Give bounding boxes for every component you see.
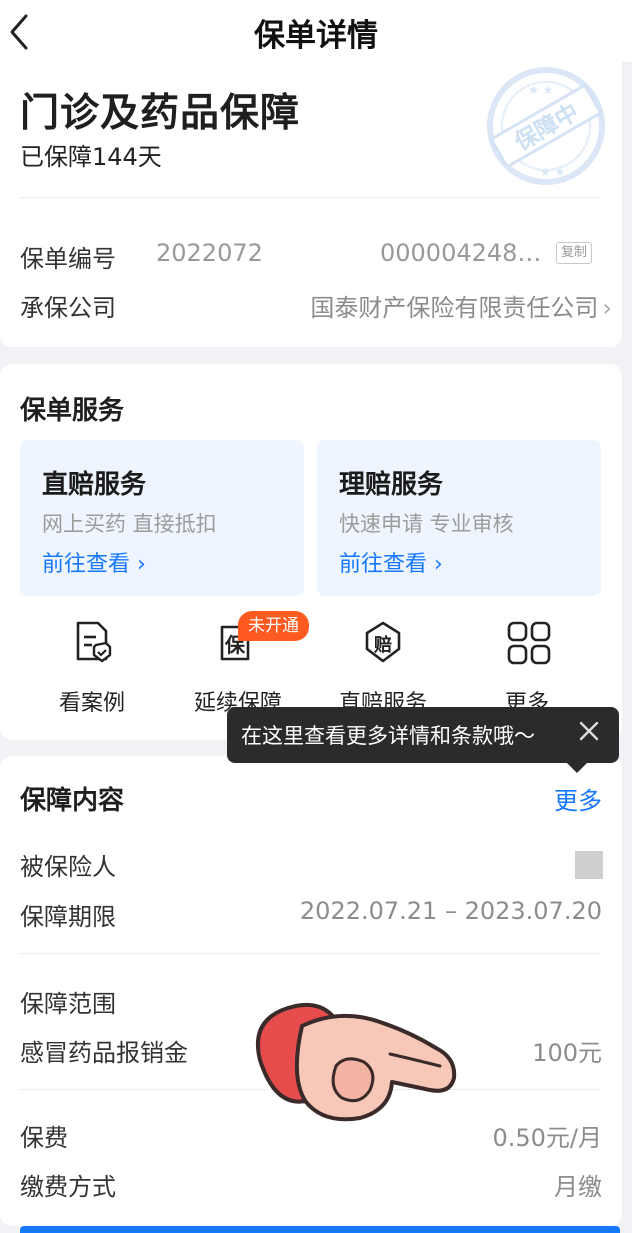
service-link[interactable]: 前往查看 ›	[42, 546, 146, 578]
claim-service-box[interactable]: 理赔服务 快速申请 专业审核 前往查看 ›	[317, 440, 601, 596]
claim-shield-icon: 赔	[365, 621, 401, 663]
policy-number-label: 保单编号	[20, 245, 116, 273]
stamp-protected-icon: 保障中 ★ ★ ★ ★	[476, 64, 614, 190]
close-icon[interactable]	[575, 717, 603, 745]
chevron-right-icon: ›	[602, 294, 612, 322]
period-label: 保障期限	[20, 903, 116, 931]
scope-label: 保障范围	[20, 990, 116, 1018]
copy-button[interactable]: 复制	[556, 242, 593, 264]
coverage-more-link[interactable]: 更多	[554, 781, 602, 816]
services-title: 保单服务	[20, 396, 125, 426]
service-subtitle: 快速申请 专业审核	[339, 512, 514, 536]
policy-number-suffix: 000004248…	[380, 239, 542, 267]
service-subtitle: 网上买药 直接抵扣	[42, 512, 217, 536]
days-protected: 已保障144天	[20, 143, 162, 171]
direct-claim-service-box[interactable]: 直赔服务 网上买药 直接抵扣 前往查看 ›	[20, 440, 304, 596]
svg-text:赔: 赔	[374, 634, 392, 656]
insured-value-redacted	[575, 851, 603, 879]
pointing-hand-icon	[240, 990, 470, 1130]
tip-text: 在这里查看更多详情和条款哦～	[241, 724, 535, 748]
icon-label: 看案例	[58, 691, 125, 716]
service-link[interactable]: 前往查看 ›	[339, 546, 443, 578]
service-title: 直赔服务	[42, 470, 147, 500]
direct-claim-entry[interactable]: 赔 直赔服务	[323, 615, 443, 716]
service-title: 理赔服务	[339, 470, 444, 500]
insurer-label: 承保公司	[20, 294, 116, 322]
not-activated-badge: 未开通	[238, 611, 309, 641]
tip-bubble: 在这里查看更多详情和条款哦～	[227, 707, 619, 773]
document-shield-icon	[76, 621, 112, 663]
payment-method-value: 月缴	[554, 1173, 602, 1201]
more-services-entry[interactable]: 更多	[467, 615, 587, 716]
nav-bar: 保单详情	[0, 0, 632, 62]
tip-arrow	[567, 763, 587, 773]
divider	[20, 197, 600, 198]
page-title: 保单详情	[254, 18, 378, 54]
period-value: 2022.07.21 – 2023.07.20	[299, 897, 602, 925]
svg-text:★ ★: ★ ★	[528, 83, 553, 97]
insurer-link[interactable]: 国泰财产保险有限责任公司 ›	[310, 288, 612, 323]
insurer-value: 国泰财产保险有限责任公司	[310, 294, 599, 322]
divider	[20, 953, 600, 954]
insured-label: 被保险人	[20, 853, 116, 881]
grid-icon	[507, 621, 551, 665]
policy-number-prefix: 2022072	[156, 239, 263, 267]
premium-label: 保费	[20, 1124, 68, 1152]
product-name: 门诊及药品保障	[20, 91, 301, 136]
benefit-item-value: 100元	[532, 1039, 602, 1067]
svg-text:★ ★: ★ ★	[540, 165, 565, 179]
coverage-title: 保障内容	[20, 786, 125, 816]
cases-entry[interactable]: 看案例	[32, 615, 152, 716]
payment-method-label: 缴费方式	[20, 1173, 116, 1201]
benefit-item-label: 感冒药品报销金	[20, 1039, 188, 1067]
bottom-action-button[interactable]	[20, 1226, 620, 1233]
premium-value: 0.50元/月	[492, 1124, 602, 1152]
